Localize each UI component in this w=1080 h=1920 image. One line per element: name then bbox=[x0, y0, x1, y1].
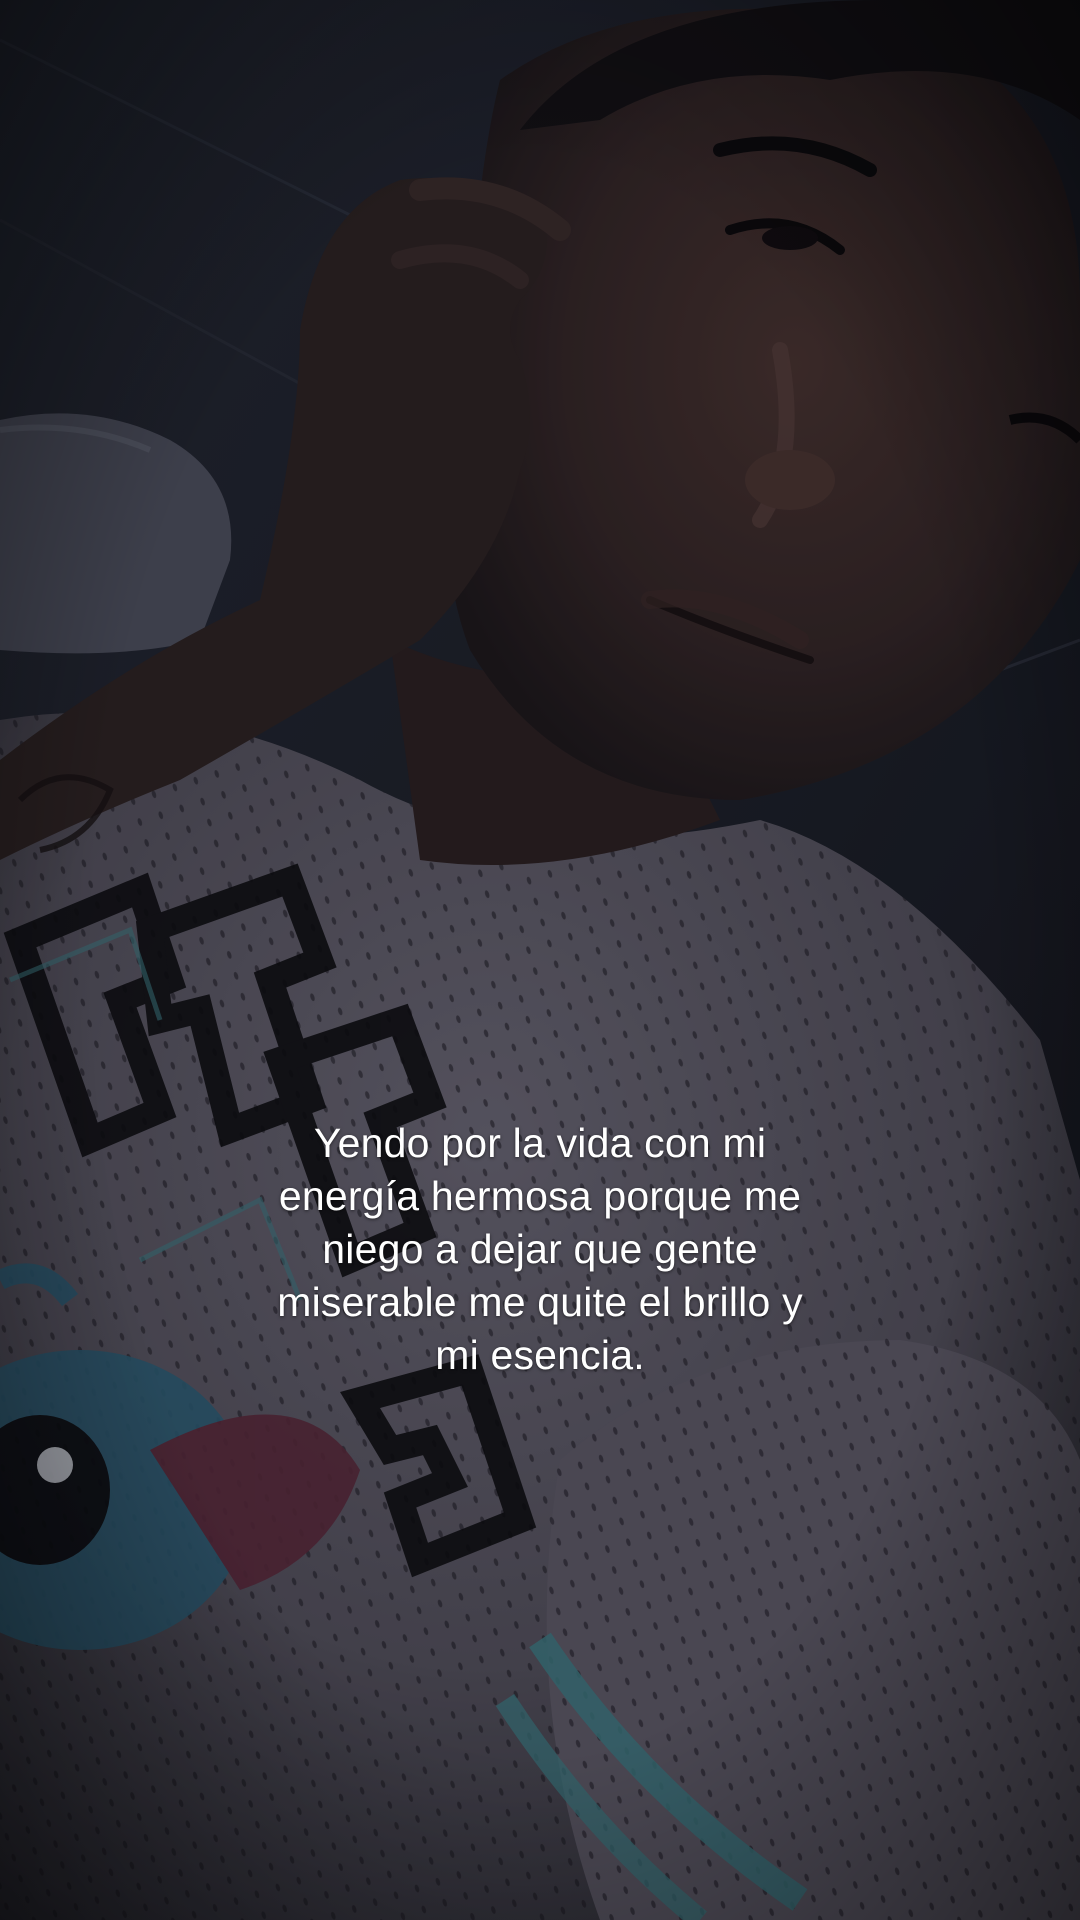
video-frame: Yendo por la vida con mi energía hermosa… bbox=[0, 0, 1080, 1920]
background-photo bbox=[0, 0, 1080, 1920]
caption-text: Yendo por la vida con mi energía hermosa… bbox=[277, 1120, 803, 1378]
